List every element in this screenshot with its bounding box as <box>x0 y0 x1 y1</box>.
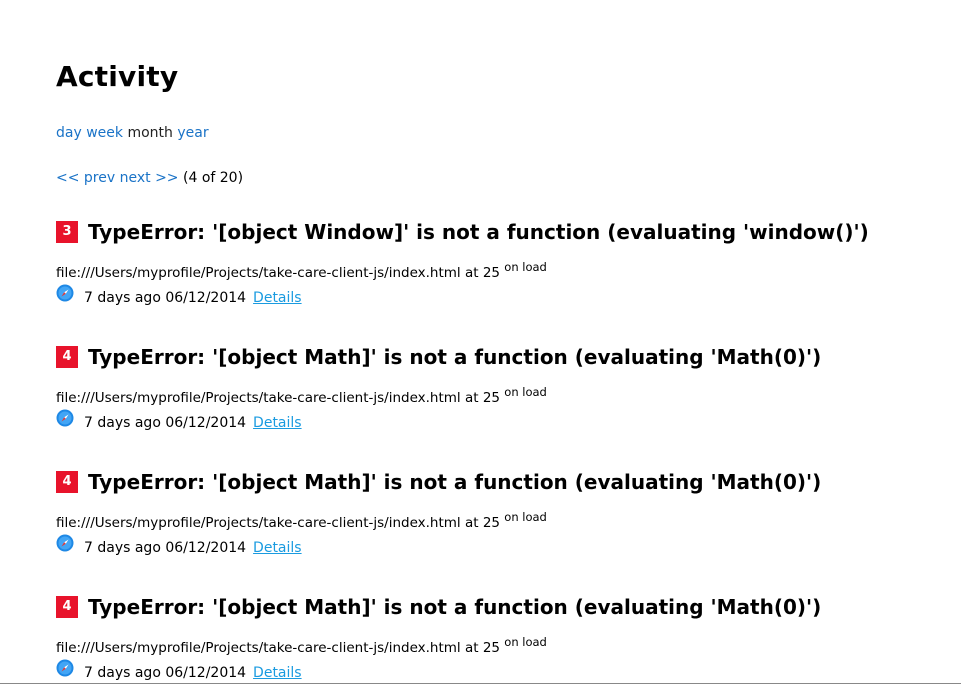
error-source: file:///Users/myprofile/Projects/take-ca… <box>56 385 936 406</box>
source-location: file:///Users/myprofile/Projects/take-ca… <box>56 640 500 656</box>
period-nav: day week month year <box>56 125 209 141</box>
occurrence-count-badge: 4 <box>56 346 78 368</box>
error-item: 4 TypeError: '[object Math]' is not a fu… <box>56 593 936 682</box>
error-source: file:///Users/myprofile/Projects/take-ca… <box>56 635 936 656</box>
error-meta: 7 days ago 06/12/2014 Details <box>56 659 936 682</box>
page-title: Activity <box>56 60 179 93</box>
error-age: 7 days ago <box>84 540 161 556</box>
error-header: 4 TypeError: '[object Math]' is not a fu… <box>56 343 936 371</box>
error-date: 06/12/2014 <box>165 290 247 306</box>
error-context: on load <box>504 385 547 399</box>
error-date: 06/12/2014 <box>165 540 247 556</box>
safari-icon <box>56 409 74 427</box>
safari-icon <box>56 534 74 552</box>
period-week-link[interactable]: week <box>86 125 123 141</box>
error-date: 06/12/2014 <box>165 665 247 681</box>
error-age: 7 days ago <box>84 665 161 681</box>
page-position: (4 of 20) <box>183 170 244 186</box>
period-month-current: month <box>127 125 173 141</box>
error-source: file:///Users/myprofile/Projects/take-ca… <box>56 260 936 281</box>
details-link[interactable]: Details <box>253 290 302 306</box>
details-link[interactable]: Details <box>253 540 302 556</box>
pager: << prev next >> (4 of 20) <box>56 170 243 186</box>
details-link[interactable]: Details <box>253 665 302 681</box>
error-header: 4 TypeError: '[object Math]' is not a fu… <box>56 468 936 496</box>
error-item: 3 TypeError: '[object Window]' is not a … <box>56 218 936 307</box>
occurrence-count-badge: 4 <box>56 596 78 618</box>
error-title: TypeError: '[object Window]' is not a fu… <box>88 220 869 244</box>
error-header: 3 TypeError: '[object Window]' is not a … <box>56 218 936 246</box>
error-age: 7 days ago <box>84 415 161 431</box>
error-meta: 7 days ago 06/12/2014 Details <box>56 534 936 557</box>
error-context: on load <box>504 635 547 649</box>
error-age: 7 days ago <box>84 290 161 306</box>
error-title: TypeError: '[object Math]' is not a func… <box>88 595 822 619</box>
bottom-divider <box>0 683 961 684</box>
prev-page-link[interactable]: << prev <box>56 170 115 186</box>
error-title: TypeError: '[object Math]' is not a func… <box>88 470 822 494</box>
next-page-link[interactable]: next >> <box>120 170 179 186</box>
source-location: file:///Users/myprofile/Projects/take-ca… <box>56 390 500 406</box>
activity-page: Activity day week month year << prev nex… <box>0 0 961 685</box>
occurrence-count-badge: 4 <box>56 471 78 493</box>
error-header: 4 TypeError: '[object Math]' is not a fu… <box>56 593 936 621</box>
error-item: 4 TypeError: '[object Math]' is not a fu… <box>56 468 936 557</box>
period-day-link[interactable]: day <box>56 125 82 141</box>
occurrence-count-badge: 3 <box>56 221 78 243</box>
error-source: file:///Users/myprofile/Projects/take-ca… <box>56 510 936 531</box>
source-location: file:///Users/myprofile/Projects/take-ca… <box>56 265 500 281</box>
error-meta: 7 days ago 06/12/2014 Details <box>56 409 936 432</box>
error-title: TypeError: '[object Math]' is not a func… <box>88 345 822 369</box>
error-meta: 7 days ago 06/12/2014 Details <box>56 284 936 307</box>
details-link[interactable]: Details <box>253 415 302 431</box>
error-context: on load <box>504 510 547 524</box>
error-date: 06/12/2014 <box>165 415 247 431</box>
safari-icon <box>56 659 74 677</box>
safari-icon <box>56 284 74 302</box>
error-context: on load <box>504 260 547 274</box>
error-item: 4 TypeError: '[object Math]' is not a fu… <box>56 343 936 432</box>
source-location: file:///Users/myprofile/Projects/take-ca… <box>56 515 500 531</box>
period-year-link[interactable]: year <box>177 125 208 141</box>
